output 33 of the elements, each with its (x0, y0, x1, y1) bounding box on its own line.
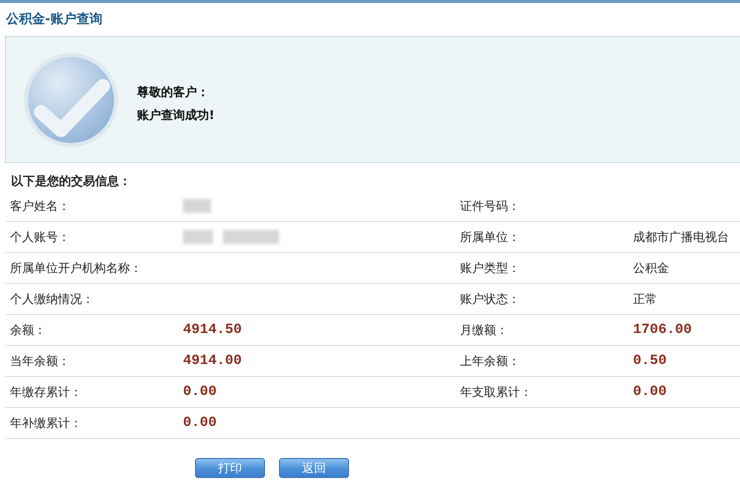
amount-value: 1706.00 (633, 322, 693, 338)
field-label: 年支取累计： (460, 384, 533, 400)
amount-value: 4914.50 (183, 322, 243, 338)
field-label: 当年余额： (10, 352, 71, 370)
field-label: 年缴存累计： (10, 384, 83, 400)
field-label: 账户状态： (460, 290, 521, 308)
field-label: 个人缴纳情况： (10, 290, 95, 308)
field-label: 客户姓名： (10, 198, 71, 214)
field-label: 所属单位开户机构名称： (10, 260, 143, 276)
field-label: 个人账号： (10, 228, 71, 246)
print-button[interactable]: 打印 (195, 458, 265, 478)
page-title: 公积金-账户查询 (6, 12, 102, 27)
field-value: 正常 (633, 290, 658, 308)
greeting-text: 尊敬的客户： (137, 84, 210, 100)
amount-value: 0.00 (183, 384, 218, 400)
field-label: 年补缴累计： (10, 414, 83, 432)
field-label: 账户类型： (460, 260, 521, 276)
amount-value: 0.50 (633, 353, 668, 369)
checkmark-icon (23, 52, 119, 148)
section-heading: 以下是您的交易信息： (10, 173, 132, 190)
blurred-value (183, 199, 211, 213)
field-label: 余额： (10, 322, 47, 338)
field-value: 成都市广播电视台 (633, 228, 730, 246)
field-value: 公积金 (633, 260, 670, 276)
amount-value: 0.00 (183, 415, 218, 431)
amount-value: 4914.00 (183, 353, 243, 369)
field-label: 证件号码： (460, 198, 521, 214)
field-label: 上年余额： (460, 352, 521, 370)
back-button[interactable]: 返回 (279, 458, 349, 478)
field-label: 月缴额： (460, 322, 509, 338)
field-label: 所属单位： (460, 228, 521, 246)
amount-value: 0.00 (633, 384, 668, 400)
success-message: 账户查询成功! (137, 106, 214, 124)
